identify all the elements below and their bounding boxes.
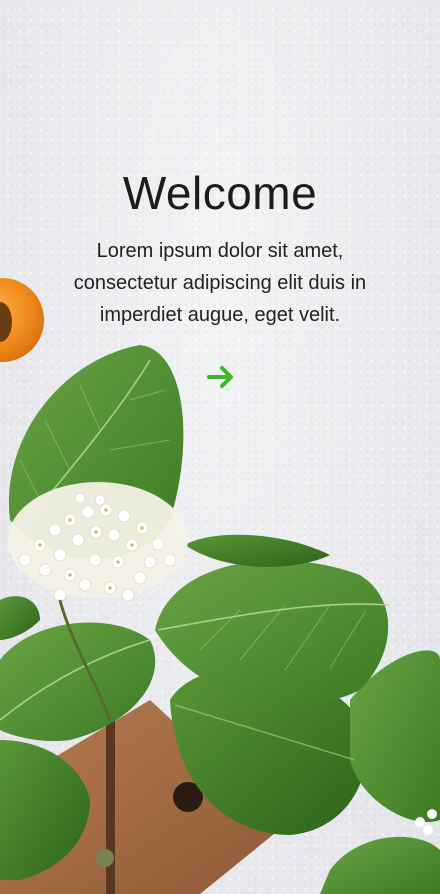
next-button[interactable]	[203, 359, 239, 395]
welcome-body: Lorem ipsum dolor sit amet, consectetur …	[73, 240, 367, 326]
bud	[96, 849, 114, 867]
leaf-top-right	[185, 534, 330, 567]
welcome-screen: Welcome Lorem ipsum dolor sit amet, cons…	[0, 0, 440, 894]
white-flower-cluster	[8, 482, 188, 602]
botanical-illustration	[0, 278, 440, 894]
welcome-block: Welcome Lorem ipsum dolor sit amet, cons…	[0, 165, 440, 331]
arrow-right-icon	[207, 366, 233, 388]
welcome-title: Welcome	[122, 167, 318, 219]
